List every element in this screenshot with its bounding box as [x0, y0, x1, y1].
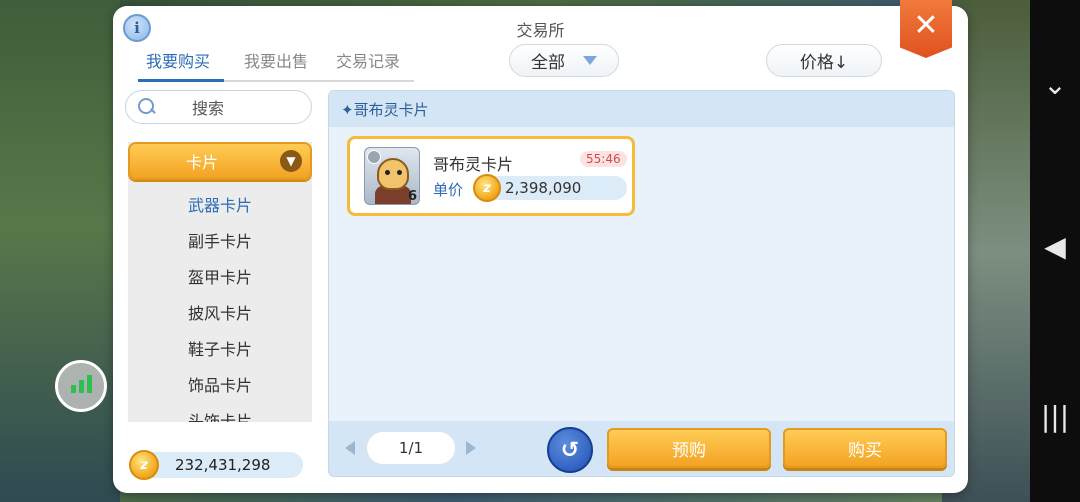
category-item-accessory[interactable]: 饰品卡片 [128, 366, 312, 402]
category-item-armor[interactable]: 盔甲卡片 [128, 258, 312, 294]
back-arrow-icon[interactable]: ◀ [1040, 230, 1070, 263]
listing-card[interactable]: 6 哥布灵卡片 55:46 单价 z 2,398,090 [347, 136, 635, 216]
category-header-label: 卡片 [186, 153, 219, 172]
next-page-icon[interactable] [466, 441, 476, 455]
category-item-cloak[interactable]: 披风卡片 [128, 294, 312, 330]
category-item-weapon[interactable]: 武器卡片 [128, 186, 312, 222]
page-indicator: 1/1 [367, 432, 455, 464]
tab-buy[interactable]: 我要购买 [138, 48, 225, 82]
category-item-headgear[interactable]: 头饰卡片 [128, 402, 312, 422]
refresh-button[interactable]: ↺ [547, 427, 593, 473]
menu-lines-icon[interactable]: ||| [1040, 400, 1070, 433]
tab-sell[interactable]: 我要出售 [224, 48, 329, 82]
chevron-down-icon: ▼ [280, 150, 302, 172]
chevron-down-icon[interactable]: ⌄ [1040, 68, 1070, 101]
network-signal-icon[interactable] [55, 360, 107, 412]
zeny-coin-icon: z [473, 174, 501, 202]
close-icon: ✕ [913, 7, 939, 43]
search-icon [138, 98, 156, 116]
listing-timer: 55:46 [580, 151, 627, 167]
refresh-icon: ↺ [560, 437, 580, 463]
goblin-face [377, 158, 409, 190]
unit-price-label: 单价 [433, 181, 464, 199]
listing-heading: ✦哥布灵卡片 [329, 91, 954, 127]
system-nav-bar: ⌄ ◀ ||| [1030, 0, 1080, 502]
card-level: 6 [407, 189, 417, 204]
page-title: 交易所 [516, 21, 565, 40]
zeny-balance: z 232,431,298 [129, 450, 303, 480]
exchange-panel: i 交易所 ✕ 我要购买 我要出售 交易记录 全部 价格↓ 搜索 卡片 ▼ 武器… [113, 0, 968, 493]
filter-value: 全部 [531, 53, 565, 73]
category-header-cards[interactable]: 卡片 ▼ [128, 142, 312, 180]
prev-page-icon[interactable] [345, 441, 355, 455]
search-label: 搜索 [192, 99, 225, 118]
category-list[interactable]: 卡片 ▼ 武器卡片 副手卡片 盔甲卡片 披风卡片 鞋子卡片 饰品卡片 头饰卡片 [128, 142, 312, 422]
listing-area: ✦哥布灵卡片 6 哥布灵卡片 55:46 单价 z 2,398,090 1/1 … [328, 90, 955, 477]
preorder-button[interactable]: 预购 [607, 428, 771, 468]
tab-bar: 我要购买 我要出售 交易记录 [138, 48, 415, 82]
filter-dropdown[interactable]: 全部 [509, 44, 619, 77]
unit-price: z 2,398,090 [473, 174, 627, 202]
category-item-shoes[interactable]: 鞋子卡片 [128, 330, 312, 366]
balance-value: 232,431,298 [175, 456, 271, 474]
item-name: 哥布灵卡片 [433, 155, 514, 174]
search-button[interactable]: 搜索 [125, 90, 312, 124]
unit-price-value: 2,398,090 [505, 179, 582, 197]
sort-price-button[interactable]: 价格↓ [766, 44, 882, 77]
tab-history[interactable]: 交易记录 [328, 48, 415, 82]
listing-footer: 1/1 ↺ 预购 购买 [329, 421, 954, 476]
scenery-left [0, 0, 120, 502]
buy-button[interactable]: 购买 [783, 428, 947, 468]
close-button[interactable]: ✕ [900, 0, 952, 58]
card-type-badge [367, 150, 381, 164]
goblin-card-icon: 6 [364, 147, 420, 205]
dropdown-triangle-icon [583, 56, 597, 65]
category-item-offhand[interactable]: 副手卡片 [128, 222, 312, 258]
zeny-coin-icon: z [129, 450, 159, 480]
